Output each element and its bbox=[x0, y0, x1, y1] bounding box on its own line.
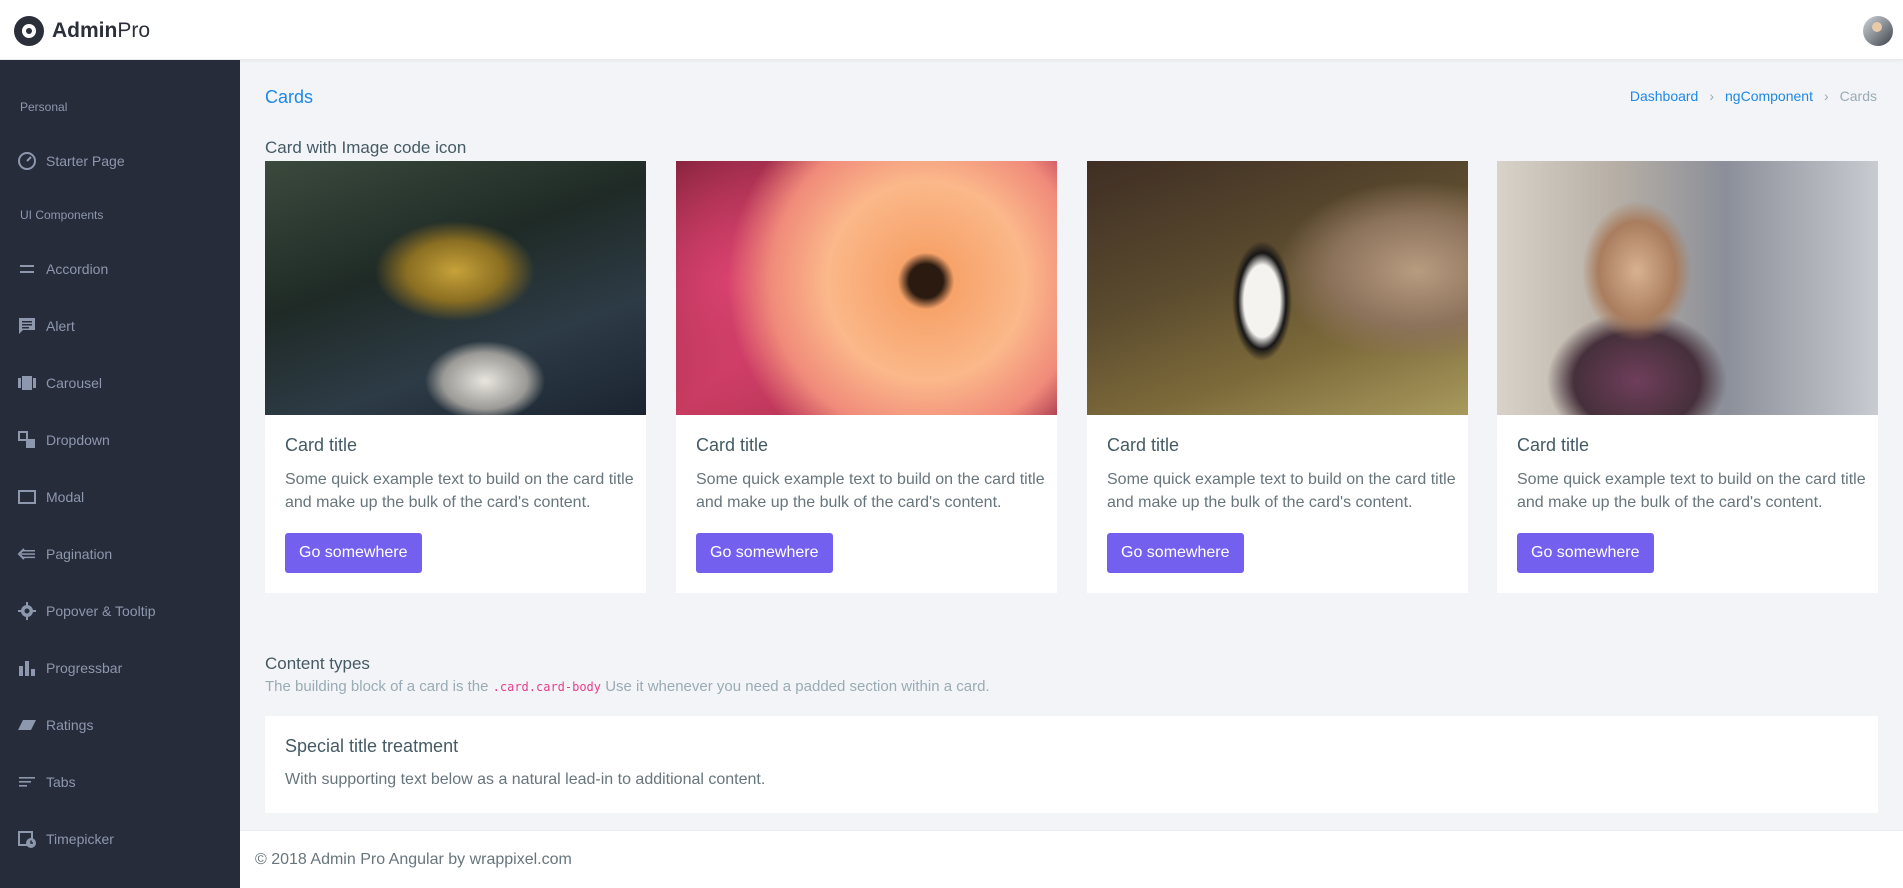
card-text: Some quick example text to build on the … bbox=[285, 471, 634, 511]
gauge-icon bbox=[16, 150, 38, 172]
sidebar-item-carousel[interactable]: Carousel bbox=[0, 363, 240, 403]
sidebar-item-progressbar[interactable]: Progressbar bbox=[0, 648, 240, 688]
card-title: Card title bbox=[285, 435, 358, 455]
card-title: Card title bbox=[1107, 435, 1180, 455]
logo-text: AdminPro bbox=[52, 19, 151, 42]
chevron-right-icon: › bbox=[1823, 88, 1829, 104]
special-card-text: With supporting text below as a natural … bbox=[285, 771, 766, 788]
bar-chart-icon bbox=[16, 657, 38, 679]
sidebar-item-modal[interactable]: Modal bbox=[0, 477, 240, 517]
arrow-left-icon bbox=[16, 543, 38, 565]
logo-icon bbox=[14, 16, 44, 46]
sidebar-item-ratings[interactable]: Ratings bbox=[0, 705, 240, 745]
dropdown-icon bbox=[16, 429, 38, 451]
sidebar-item-pagination[interactable]: Pagination bbox=[0, 534, 240, 574]
special-card-title: Special title treatment bbox=[285, 736, 459, 756]
sidebar-item-popover-tooltip[interactable]: Popover & Tooltip bbox=[0, 591, 240, 631]
sidebar-item-accordion[interactable]: Accordion bbox=[0, 249, 240, 289]
card-puffin: Card title Some quick example text to bu… bbox=[1087, 161, 1468, 593]
sidebar-item-alert[interactable]: Alert bbox=[0, 306, 240, 346]
subtitle-text-after: Use it whenever you need a padded sectio… bbox=[605, 678, 990, 695]
sidebar-item-label: Tabs bbox=[46, 774, 76, 790]
sidebar-item-label: Modal bbox=[46, 489, 85, 505]
sidebar-item-label: Alert bbox=[46, 318, 75, 334]
message-icon bbox=[16, 315, 38, 337]
go-somewhere-button[interactable]: Go somewhere bbox=[1517, 533, 1654, 573]
card-image bbox=[1087, 161, 1468, 415]
subtitle-text-before: The building block of a card is the bbox=[265, 678, 489, 695]
card-crab: Card title Some quick example text to bu… bbox=[265, 161, 646, 593]
calendar-clock-icon bbox=[16, 828, 38, 850]
go-somewhere-button[interactable]: Go somewhere bbox=[696, 533, 833, 573]
special-card: Special title treatment With supporting … bbox=[265, 716, 1878, 813]
card-image bbox=[265, 161, 646, 415]
chevron-right-icon: › bbox=[1709, 88, 1715, 104]
footer: © 2018 Admin Pro Angular by wrappixel.co… bbox=[240, 830, 1903, 888]
card-man: Card title Some quick example text to bu… bbox=[1497, 161, 1878, 593]
sidebar-item-label: Pagination bbox=[46, 546, 113, 562]
sidebar-item-label: Accordion bbox=[46, 261, 109, 277]
parallelogram-icon bbox=[16, 714, 38, 736]
card-image bbox=[1497, 161, 1878, 415]
breadcrumb-current: Cards bbox=[1839, 88, 1877, 104]
sidebar-caption-personal: Personal bbox=[20, 100, 68, 114]
go-somewhere-button[interactable]: Go somewhere bbox=[285, 533, 422, 573]
page-title: Cards bbox=[265, 87, 314, 107]
card-text: Some quick example text to build on the … bbox=[696, 471, 1045, 511]
section-subtitle: The building block of a card is the .car… bbox=[265, 678, 990, 695]
sidebar-item-label: Ratings bbox=[46, 717, 94, 733]
card-rose: Card title Some quick example text to bu… bbox=[676, 161, 1057, 593]
sidebar-item-label: Carousel bbox=[46, 375, 103, 391]
window-icon bbox=[16, 486, 38, 508]
sidebar-item-label: Dropdown bbox=[46, 432, 110, 448]
breadcrumb-dashboard[interactable]: Dashboard bbox=[1630, 88, 1699, 104]
card-text: Some quick example text to build on the … bbox=[1517, 471, 1866, 511]
sidebar-item-starter-page[interactable]: Starter Page bbox=[0, 141, 240, 181]
sidebar-item-label: Timepicker bbox=[46, 831, 114, 847]
sidebar-caption-ui-components: UI Components bbox=[20, 208, 104, 222]
avatar[interactable] bbox=[1863, 16, 1893, 46]
card-image bbox=[676, 161, 1057, 415]
card-text: Some quick example text to build on the … bbox=[1107, 471, 1456, 511]
breadcrumb: Dashboard › ngComponent › Cards bbox=[1630, 88, 1877, 104]
lines-icon bbox=[16, 771, 38, 793]
sidebar-item-label: Starter Page bbox=[46, 153, 125, 169]
logo[interactable]: AdminPro bbox=[14, 16, 150, 46]
footer-text: © 2018 Admin Pro Angular by wrappixel.co… bbox=[255, 851, 572, 868]
sidebar-item-label: Progressbar bbox=[46, 660, 123, 676]
card-title: Card title bbox=[696, 435, 769, 455]
section-title-image-cards: Card with Image code icon bbox=[265, 138, 467, 157]
sidebar-item-label: Popover & Tooltip bbox=[46, 603, 156, 619]
sidebar-item-tabs[interactable]: Tabs bbox=[0, 762, 240, 802]
sidebar: Personal Starter Page UI Components Acco… bbox=[0, 60, 240, 888]
topbar: AdminPro bbox=[0, 0, 1903, 60]
sidebar-item-dropdown[interactable]: Dropdown bbox=[0, 420, 240, 460]
section-title-content-types: Content types bbox=[265, 654, 370, 673]
code-snippet: .card.card-body bbox=[492, 680, 602, 694]
sidebar-item-timepicker[interactable]: Timepicker bbox=[0, 819, 240, 859]
card-title: Card title bbox=[1517, 435, 1590, 455]
breadcrumb-ngcomponent[interactable]: ngComponent bbox=[1725, 88, 1813, 104]
carousel-icon bbox=[16, 372, 38, 394]
gear-icon bbox=[16, 600, 38, 622]
go-somewhere-button[interactable]: Go somewhere bbox=[1107, 533, 1244, 573]
equal-icon bbox=[16, 258, 38, 280]
